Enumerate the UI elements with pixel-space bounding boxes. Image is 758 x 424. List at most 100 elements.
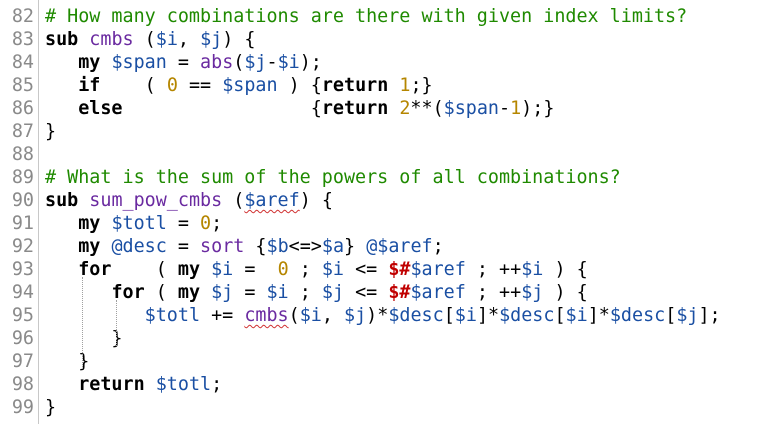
- token-plain: =: [233, 282, 267, 303]
- code-line[interactable]: 91 my $totl = 0;: [0, 212, 758, 235]
- code-text[interactable]: for ( my $j = $i ; $j <= $#$aref ; ++$j …: [45, 281, 587, 304]
- code-text[interactable]: }: [45, 327, 122, 350]
- token-plain: );: [299, 52, 322, 73]
- code-text[interactable]: # How many combinations are there with g…: [45, 5, 687, 28]
- code-text[interactable]: }: [45, 396, 56, 419]
- code-text[interactable]: }: [45, 120, 56, 143]
- line-number: 98: [11, 374, 34, 395]
- token-kw: if: [78, 75, 101, 96]
- code-line[interactable]: 92 my @desc = sort {$b<=>$a} @$aref;: [0, 235, 758, 258]
- token-num: 2: [399, 98, 411, 119]
- code-line[interactable]: 99}: [0, 396, 758, 419]
- token-kw: my: [78, 52, 101, 73]
- line-number: 82: [11, 6, 34, 27]
- token-plain: {: [244, 236, 267, 257]
- code-line[interactable]: 95 $totl += cmbs($i, $j)*$desc[$i]*$desc…: [0, 304, 758, 327]
- token-sq: cmbs: [244, 305, 289, 326]
- token-var: $aref: [410, 282, 466, 303]
- token-plain: -: [499, 98, 511, 119]
- token-kw: else: [78, 98, 123, 119]
- code-line[interactable]: 93 for ( my $i = 0 ; $i <= $#$aref ; ++$…: [0, 258, 758, 281]
- code-line[interactable]: 94 for ( my $j = $i ; $j <= $#$aref ; ++…: [0, 281, 758, 304]
- code-line[interactable]: 88: [0, 143, 758, 166]
- code-line[interactable]: 96 }: [0, 327, 758, 350]
- code-line[interactable]: 89 # What is the sum of the powers of all…: [0, 166, 758, 189]
- code-line[interactable]: 97 }: [0, 350, 758, 373]
- indent-guide: [116, 300, 117, 346]
- token-num: 0: [277, 259, 289, 280]
- token-kw: my: [177, 282, 201, 303]
- line-number: 99: [11, 397, 34, 418]
- token-kw: return: [321, 75, 389, 96]
- token-plain: ;: [288, 259, 322, 280]
- token-plain: <=: [344, 282, 389, 303]
- token-var: $i: [277, 52, 300, 73]
- code-text[interactable]: sub cmbs ($i, $j) {: [45, 28, 255, 51]
- token-spc: $#: [388, 282, 411, 303]
- code-line[interactable]: 83 sub cmbs ($i, $j) {: [0, 28, 758, 51]
- token-plain: (: [288, 305, 300, 326]
- code-text[interactable]: $totl += cmbs($i, $j)*$desc[$i]*$desc[$i…: [45, 304, 721, 327]
- indent-guide: [82, 277, 83, 369]
- code-line[interactable]: 85 if ( 0 == $span ) {return 1;}: [0, 74, 758, 97]
- token-plain: }: [344, 236, 367, 257]
- line-number: 86: [11, 98, 34, 119]
- code-text[interactable]: for ( my $i = 0 ; $i <= $#$aref ; ++$i )…: [45, 258, 587, 281]
- token-kw: my: [177, 259, 201, 280]
- token-var: $i: [454, 305, 477, 326]
- token-cmt: # What is the sum of the powers of all c…: [45, 167, 621, 188]
- code-text[interactable]: my $totl = 0;: [45, 212, 222, 235]
- token-plain: (: [100, 75, 167, 96]
- code-line[interactable]: 98 return $totl;: [0, 373, 758, 396]
- code-line[interactable]: 90 sub sum_pow_cmbs ($aref) {: [0, 189, 758, 212]
- code-text[interactable]: sub sum_pow_cmbs ($aref) {: [45, 189, 333, 212]
- code-line[interactable]: 86 else {return 2**($span-1);}: [0, 97, 758, 120]
- code-text[interactable]: return $totl;: [45, 373, 222, 396]
- token-var: $aref: [410, 259, 466, 280]
- token-var: @$aref: [366, 236, 433, 257]
- token-var: $i: [321, 259, 345, 280]
- line-number: 83: [11, 29, 34, 50]
- token-plain: ==: [177, 75, 223, 96]
- token-var: $i: [266, 282, 289, 303]
- token-var: $span: [443, 98, 500, 119]
- token-plain: (: [111, 259, 178, 280]
- code-editor[interactable]: 82 # How many combinations are there with…: [0, 0, 758, 424]
- token-plain: [: [554, 305, 566, 326]
- token-var: $span: [111, 52, 167, 73]
- token-num: 1: [510, 98, 522, 119]
- code-text[interactable]: else {return 2**($span-1);}: [45, 97, 554, 120]
- code-text[interactable]: if ( 0 == $span ) {return 1;}: [45, 74, 432, 97]
- code-line[interactable]: 82 # How many combinations are there with…: [0, 5, 758, 28]
- token-kw: for: [78, 259, 112, 280]
- code-text[interactable]: my $span = abs($j-$i);: [45, 51, 322, 74]
- token-plain: {: [122, 98, 322, 119]
- line-number: 87: [11, 121, 34, 142]
- token-plain: ) {: [277, 75, 322, 96]
- token-var: $i: [299, 305, 322, 326]
- token-plain: (: [222, 190, 245, 211]
- token-fn: cmbs: [89, 29, 134, 50]
- token-kw: return: [321, 98, 389, 119]
- code-text[interactable]: my @desc = sort {$b<=>$a} @$aref;: [45, 235, 443, 258]
- token-plain: ]*: [587, 305, 610, 326]
- line-number: 95: [11, 305, 34, 326]
- token-var: $totl: [155, 374, 212, 395]
- token-plain: );}: [521, 98, 555, 119]
- token-var: @desc: [111, 236, 167, 257]
- token-plain: **(: [410, 98, 444, 119]
- token-plain: =: [166, 52, 201, 73]
- token-var: $i: [155, 29, 178, 50]
- code-line[interactable]: 87}: [0, 120, 758, 143]
- code-text[interactable]: # What is the sum of the powers of all c…: [45, 166, 621, 189]
- token-var: $j: [321, 282, 345, 303]
- token-var: $j: [521, 282, 544, 303]
- code-line[interactable]: 84 my $span = abs($j-$i);: [0, 51, 758, 74]
- token-fn: sum_pow_cmbs: [89, 190, 223, 211]
